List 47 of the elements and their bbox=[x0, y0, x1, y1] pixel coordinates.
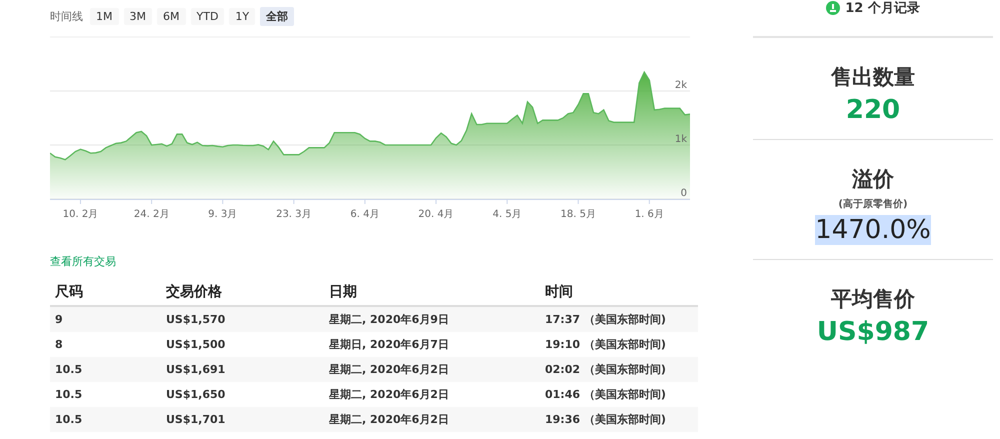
y-axis-label: 2k bbox=[674, 80, 687, 91]
x-axis-label: 10. 2月 bbox=[62, 209, 98, 220]
table-cell: 9 bbox=[50, 306, 161, 332]
range-tab[interactable]: 3M bbox=[124, 8, 152, 24]
x-axis-label: 24. 2月 bbox=[134, 209, 170, 220]
table-cell: 8 bbox=[50, 332, 161, 357]
table-cell: 10.5 bbox=[50, 407, 161, 432]
table-cell: 星期二, 2020年6月2日 bbox=[324, 407, 540, 432]
y-axis-label: 1k bbox=[674, 134, 687, 145]
table-cell: 星期日, 2020年6月7日 bbox=[324, 332, 540, 357]
timeline-label: 时间线 bbox=[50, 8, 83, 24]
table-cell: 19:10 （美国东部时间) bbox=[540, 332, 698, 357]
stat-title: 平均售价 bbox=[831, 286, 915, 313]
range-tab[interactable]: YTD bbox=[190, 8, 224, 24]
table-cell: 星期二, 2020年6月9日 bbox=[324, 306, 540, 332]
table-cell: US$1,500 bbox=[161, 332, 324, 357]
stat-value: US$987 bbox=[816, 317, 930, 347]
range-tab[interactable]: 1Y bbox=[229, 8, 256, 24]
table-cell: US$1,650 bbox=[161, 382, 324, 407]
table-cell: US$1,701 bbox=[161, 407, 324, 432]
stat-title: 售出数量 bbox=[831, 64, 915, 91]
stat-value: 1470.0% bbox=[815, 215, 931, 245]
stat-value: 220 bbox=[846, 95, 900, 125]
table-cell: US$1,691 bbox=[161, 357, 324, 382]
x-axis-label: 9. 3月 bbox=[208, 209, 238, 220]
table-cell: 10.5 bbox=[50, 357, 161, 382]
table-cell: 17:37 （美国东部时间) bbox=[540, 306, 698, 332]
table-cell: US$1,570 bbox=[161, 306, 324, 332]
table-cell: 19:36 （美国东部时间) bbox=[540, 407, 698, 432]
table-cell: 02:02 （美国东部时间) bbox=[540, 357, 698, 382]
x-axis-label: 18. 5月 bbox=[560, 209, 596, 220]
x-axis-label: 6. 4月 bbox=[350, 209, 380, 220]
table-cell: 星期二, 2020年6月2日 bbox=[324, 357, 540, 382]
stat-title: 溢价 bbox=[852, 166, 894, 193]
x-axis-label: 4. 5月 bbox=[492, 209, 522, 220]
table-cell: 10.5 bbox=[50, 382, 161, 407]
x-axis-label: 20. 4月 bbox=[418, 209, 454, 220]
range-tab[interactable]: 6M bbox=[157, 8, 186, 24]
x-axis-label: 1. 6月 bbox=[634, 209, 664, 220]
range-tab[interactable]: 全部 bbox=[260, 6, 294, 26]
range-tab[interactable]: 1M bbox=[90, 8, 118, 24]
record-label: 12 个月记录 bbox=[845, 0, 920, 17]
x-axis-label: 23. 3月 bbox=[276, 209, 312, 220]
table-cell: 星期二, 2020年6月2日 bbox=[324, 382, 540, 407]
stat-subtitle: (高于原零售价) bbox=[838, 197, 908, 211]
y-axis-label: 0 bbox=[680, 188, 687, 199]
table-cell: 01:46 （美国东部时间) bbox=[540, 382, 698, 407]
